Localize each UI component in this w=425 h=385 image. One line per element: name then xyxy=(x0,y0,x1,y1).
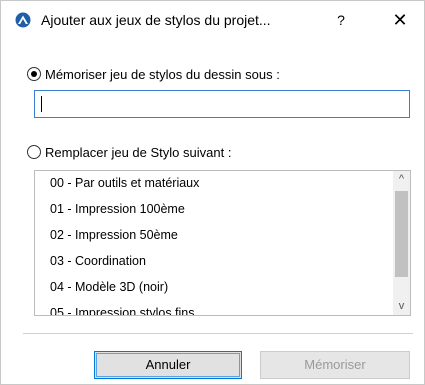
save-option-label: Mémoriser jeu de stylos du dessin sous : xyxy=(45,66,280,82)
cancel-button[interactable]: Annuler xyxy=(94,351,242,379)
help-button[interactable]: ? xyxy=(328,10,354,30)
list-item[interactable]: 03 - Coordination xyxy=(50,251,146,271)
replace-option-label: Remplacer jeu de Stylo suivant : xyxy=(45,144,232,160)
list-item[interactable]: 05 - Impression stylos fins xyxy=(50,303,195,315)
title-bar: Ajouter aux jeux de stylos du projet... … xyxy=(1,1,424,39)
list-item[interactable]: 02 - Impression 50ème xyxy=(50,225,178,245)
save-button[interactable]: Mémoriser xyxy=(260,351,410,379)
pen-set-list[interactable]: 00 - Par outils et matériaux 01 - Impres… xyxy=(34,170,411,316)
radio-button-checked[interactable] xyxy=(27,67,41,81)
chevron-up-icon[interactable]: ^ xyxy=(393,171,410,188)
pen-set-name-input[interactable] xyxy=(34,90,410,118)
pen-set-dialog: Ajouter aux jeux de stylos du projet... … xyxy=(0,0,425,385)
close-button[interactable]: ✕ xyxy=(387,7,413,33)
divider xyxy=(23,333,413,334)
chevron-down-icon[interactable]: v xyxy=(393,298,410,315)
list-item[interactable]: 01 - Impression 100ème xyxy=(50,199,185,219)
replace-option-radio[interactable]: Remplacer jeu de Stylo suivant : xyxy=(27,143,231,161)
radio-button-unchecked[interactable] xyxy=(27,145,41,159)
archicad-logo-icon xyxy=(15,12,31,28)
save-option-radio[interactable]: Mémoriser jeu de stylos du dessin sous : xyxy=(27,65,280,83)
list-item[interactable]: 04 - Modèle 3D (noir) xyxy=(50,277,168,297)
scrollbar-thumb[interactable] xyxy=(395,191,408,277)
text-caret xyxy=(41,96,42,112)
list-scrollbar[interactable]: ^ v xyxy=(393,171,410,315)
list-item[interactable]: 00 - Par outils et matériaux xyxy=(50,173,199,193)
window-title: Ajouter aux jeux de stylos du projet... xyxy=(41,12,271,28)
